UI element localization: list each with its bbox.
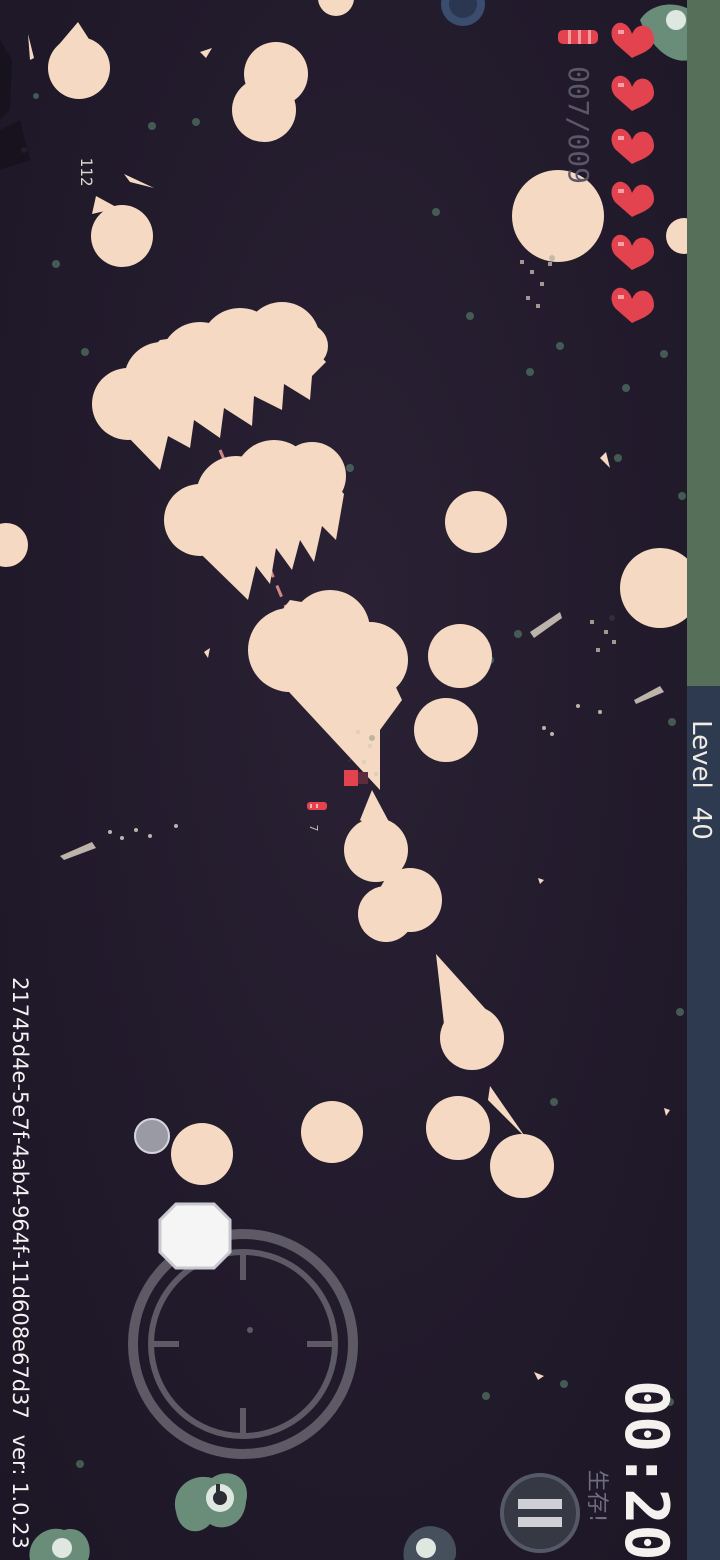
xp-bar-fill: [687, 0, 720, 687]
heart-icon: [611, 181, 654, 217]
joystick-knob[interactable]: [158, 1202, 232, 1270]
debris-particles: [60, 252, 664, 860]
game-stage[interactable]: Level 40 007/009 112 7 00:20 生存! 21745d4e…: [0, 0, 720, 1560]
heart-icon: [611, 75, 654, 111]
heart-icon: [611, 287, 654, 323]
survival-timer: 00:20: [611, 1380, 681, 1560]
joystick[interactable]: [128, 1229, 358, 1459]
damage-number: 112: [77, 157, 96, 187]
version-separator: [8, 1419, 32, 1435]
bullet-icon: [307, 802, 327, 810]
edge-shadows: [0, 40, 30, 170]
health-hearts: [610, 20, 660, 330]
heart-icon: [611, 234, 654, 270]
level-indicator: Level 40: [684, 710, 718, 850]
build-id: 21745d4e-5e7f-4ab4-964f-11d608e67d37: [8, 977, 32, 1419]
player-character: [344, 770, 368, 786]
player-ammo-label: 7: [307, 824, 320, 832]
mode-label: 生存!: [584, 1469, 609, 1523]
heart-icon: [611, 22, 654, 58]
heart-icon: [611, 128, 654, 164]
xp-orb: [134, 1118, 170, 1154]
skull-creature: [29, 1528, 90, 1560]
pause-button[interactable]: [500, 1473, 580, 1553]
build-version: 21745d4e-5e7f-4ab4-964f-11d608e67d37 ver:…: [7, 963, 33, 1560]
version-number: ver: 1.0.23: [8, 1434, 32, 1549]
orb-pickup: [441, 0, 485, 26]
pause-bar: [518, 1499, 562, 1509]
skull-creature: [174, 1473, 248, 1532]
pause-icon: [518, 1495, 562, 1531]
pause-bar: [518, 1517, 562, 1527]
enemy-chomper: [164, 440, 346, 600]
level-label: Level: [686, 720, 716, 789]
ammo-counter: 007/009: [562, 65, 595, 184]
level-value: 40: [686, 806, 716, 840]
skull-creature: [403, 1526, 457, 1560]
